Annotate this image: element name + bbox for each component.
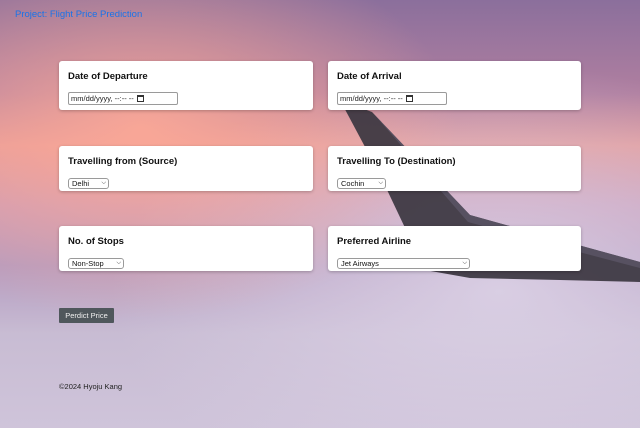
source-label: Travelling from (Source) [68,156,178,167]
source-select[interactable]: Delhi ⌵ [68,178,109,189]
airline-label: Preferred Airline [337,236,412,247]
stops-select[interactable]: Non-Stop ⌵ [68,258,124,269]
airline-selected-value: Jet Airways [341,259,379,268]
arrival-datetime-input[interactable]: mm/dd/yyyy, --:-- -- [337,92,447,105]
chevron-down-icon: ⌵ [116,260,121,266]
source-selected-value: Delhi [72,179,90,188]
stops-selected-value: Non-Stop [72,259,104,268]
stops-label: No. of Stops [68,236,124,247]
calendar-icon[interactable] [405,95,413,102]
departure-datetime-value: mm/dd/yyyy, --:-- -- [71,94,134,103]
destination-card: Travelling To (Destination) Cochin ⌵ [328,146,581,191]
calendar-icon[interactable] [136,95,144,102]
project-title-link[interactable]: Project: Flight Price Prediction [15,9,142,20]
stops-card: No. of Stops Non-Stop ⌵ [59,226,313,271]
destination-select[interactable]: Cochin ⌵ [337,178,386,189]
departure-datetime-input[interactable]: mm/dd/yyyy, --:-- -- [68,92,178,105]
arrival-card: Date of Arrival mm/dd/yyyy, --:-- -- [328,61,581,110]
airline-card: Preferred Airline Jet Airways ⌵ [328,226,581,271]
chevron-down-icon: ⌵ [378,180,383,186]
destination-selected-value: Cochin [341,179,365,188]
chevron-down-icon: ⌵ [101,180,106,186]
departure-label: Date of Departure [68,71,148,82]
source-card: Travelling from (Source) Delhi ⌵ [59,146,313,191]
footer-copyright: ©2024 Hyoju Kang [59,382,123,391]
predict-price-button[interactable]: Perdict Price [59,308,114,323]
destination-label: Travelling To (Destination) [337,156,456,167]
airline-select[interactable]: Jet Airways ⌵ [337,258,470,269]
arrival-datetime-value: mm/dd/yyyy, --:-- -- [340,94,403,103]
arrival-label: Date of Arrival [337,71,402,82]
chevron-down-icon: ⌵ [462,260,467,266]
departure-card: Date of Departure mm/dd/yyyy, --:-- -- [59,61,313,110]
